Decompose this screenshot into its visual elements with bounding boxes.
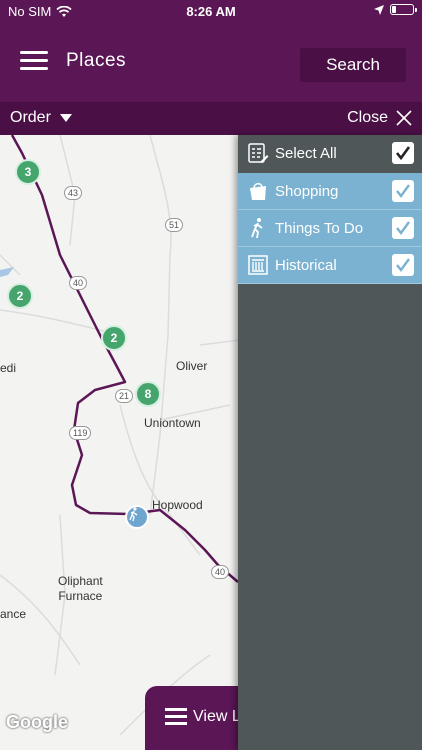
status-right	[374, 4, 417, 15]
select-all-checkbox[interactable]	[392, 142, 414, 164]
route-shield: 43	[64, 186, 83, 200]
check-icon	[396, 184, 410, 198]
filter-things-to-do[interactable]: Things To Do	[238, 210, 422, 247]
filter-select-all[interactable]: Select All	[238, 135, 422, 172]
route-shield: 51	[165, 218, 184, 232]
order-dropdown[interactable]: Order	[10, 109, 72, 127]
map-cluster[interactable]: 8	[135, 381, 161, 407]
filter-label: Shopping	[275, 183, 339, 200]
view-list-label: View L	[193, 708, 241, 725]
page-title: Places	[66, 50, 127, 71]
place-label: edi	[0, 361, 17, 375]
filter-label: Historical	[275, 257, 337, 274]
shopping-checkbox[interactable]	[392, 180, 414, 202]
check-icon	[396, 221, 410, 235]
place-label: Uniontown	[144, 416, 201, 430]
location-arrow-icon	[374, 4, 384, 15]
caret-down-icon	[59, 114, 72, 122]
battery-icon	[390, 4, 417, 15]
things-to-do-marker[interactable]	[125, 505, 149, 529]
route-shield: 119	[69, 426, 92, 440]
check-icon	[396, 258, 410, 272]
list-icon	[165, 708, 187, 726]
map-cluster[interactable]: 3	[15, 159, 41, 185]
menu-icon[interactable]	[20, 49, 50, 73]
historical-building-icon	[248, 255, 268, 275]
search-button[interactable]: Search	[300, 48, 406, 82]
place-label: ance	[0, 607, 27, 621]
things-to-do-checkbox[interactable]	[392, 217, 414, 239]
historical-checkbox[interactable]	[392, 254, 414, 276]
category-filter-panel: Select All Shopping Things To Do Histori…	[238, 135, 422, 750]
google-attribution: Google	[6, 712, 68, 732]
check-icon	[395, 146, 411, 161]
view-list-button[interactable]: View L	[145, 686, 245, 750]
hiker-icon	[251, 218, 263, 239]
shopping-bag-icon	[250, 182, 266, 200]
place-label: Oliver	[176, 359, 208, 373]
close-filter-button[interactable]: Close	[347, 109, 412, 127]
close-label: Close	[347, 109, 388, 126]
map-cluster[interactable]: 2	[101, 325, 127, 351]
order-label: Order	[10, 109, 51, 126]
hiker-icon	[129, 507, 138, 521]
order-bar: Order Close	[0, 102, 422, 135]
status-time: 8:26 AM	[186, 4, 236, 19]
place-label: Hopwood	[152, 498, 203, 512]
route-shield: 21	[115, 389, 134, 403]
filter-shopping[interactable]: Shopping	[238, 173, 422, 210]
close-icon	[396, 110, 412, 126]
app-header: Places Search	[0, 24, 422, 102]
route-shield: 40	[211, 565, 230, 579]
status-bar: No SIM 8:26 AM	[0, 0, 422, 24]
list-edit-icon	[248, 143, 269, 163]
filter-label: Things To Do	[275, 220, 364, 237]
place-label: Oliphant Furnace	[58, 574, 103, 603]
map-cluster[interactable]: 2	[7, 283, 33, 309]
filter-label: Select All	[275, 145, 337, 162]
filter-historical[interactable]: Historical	[238, 247, 422, 284]
route-shield: 40	[69, 276, 88, 290]
